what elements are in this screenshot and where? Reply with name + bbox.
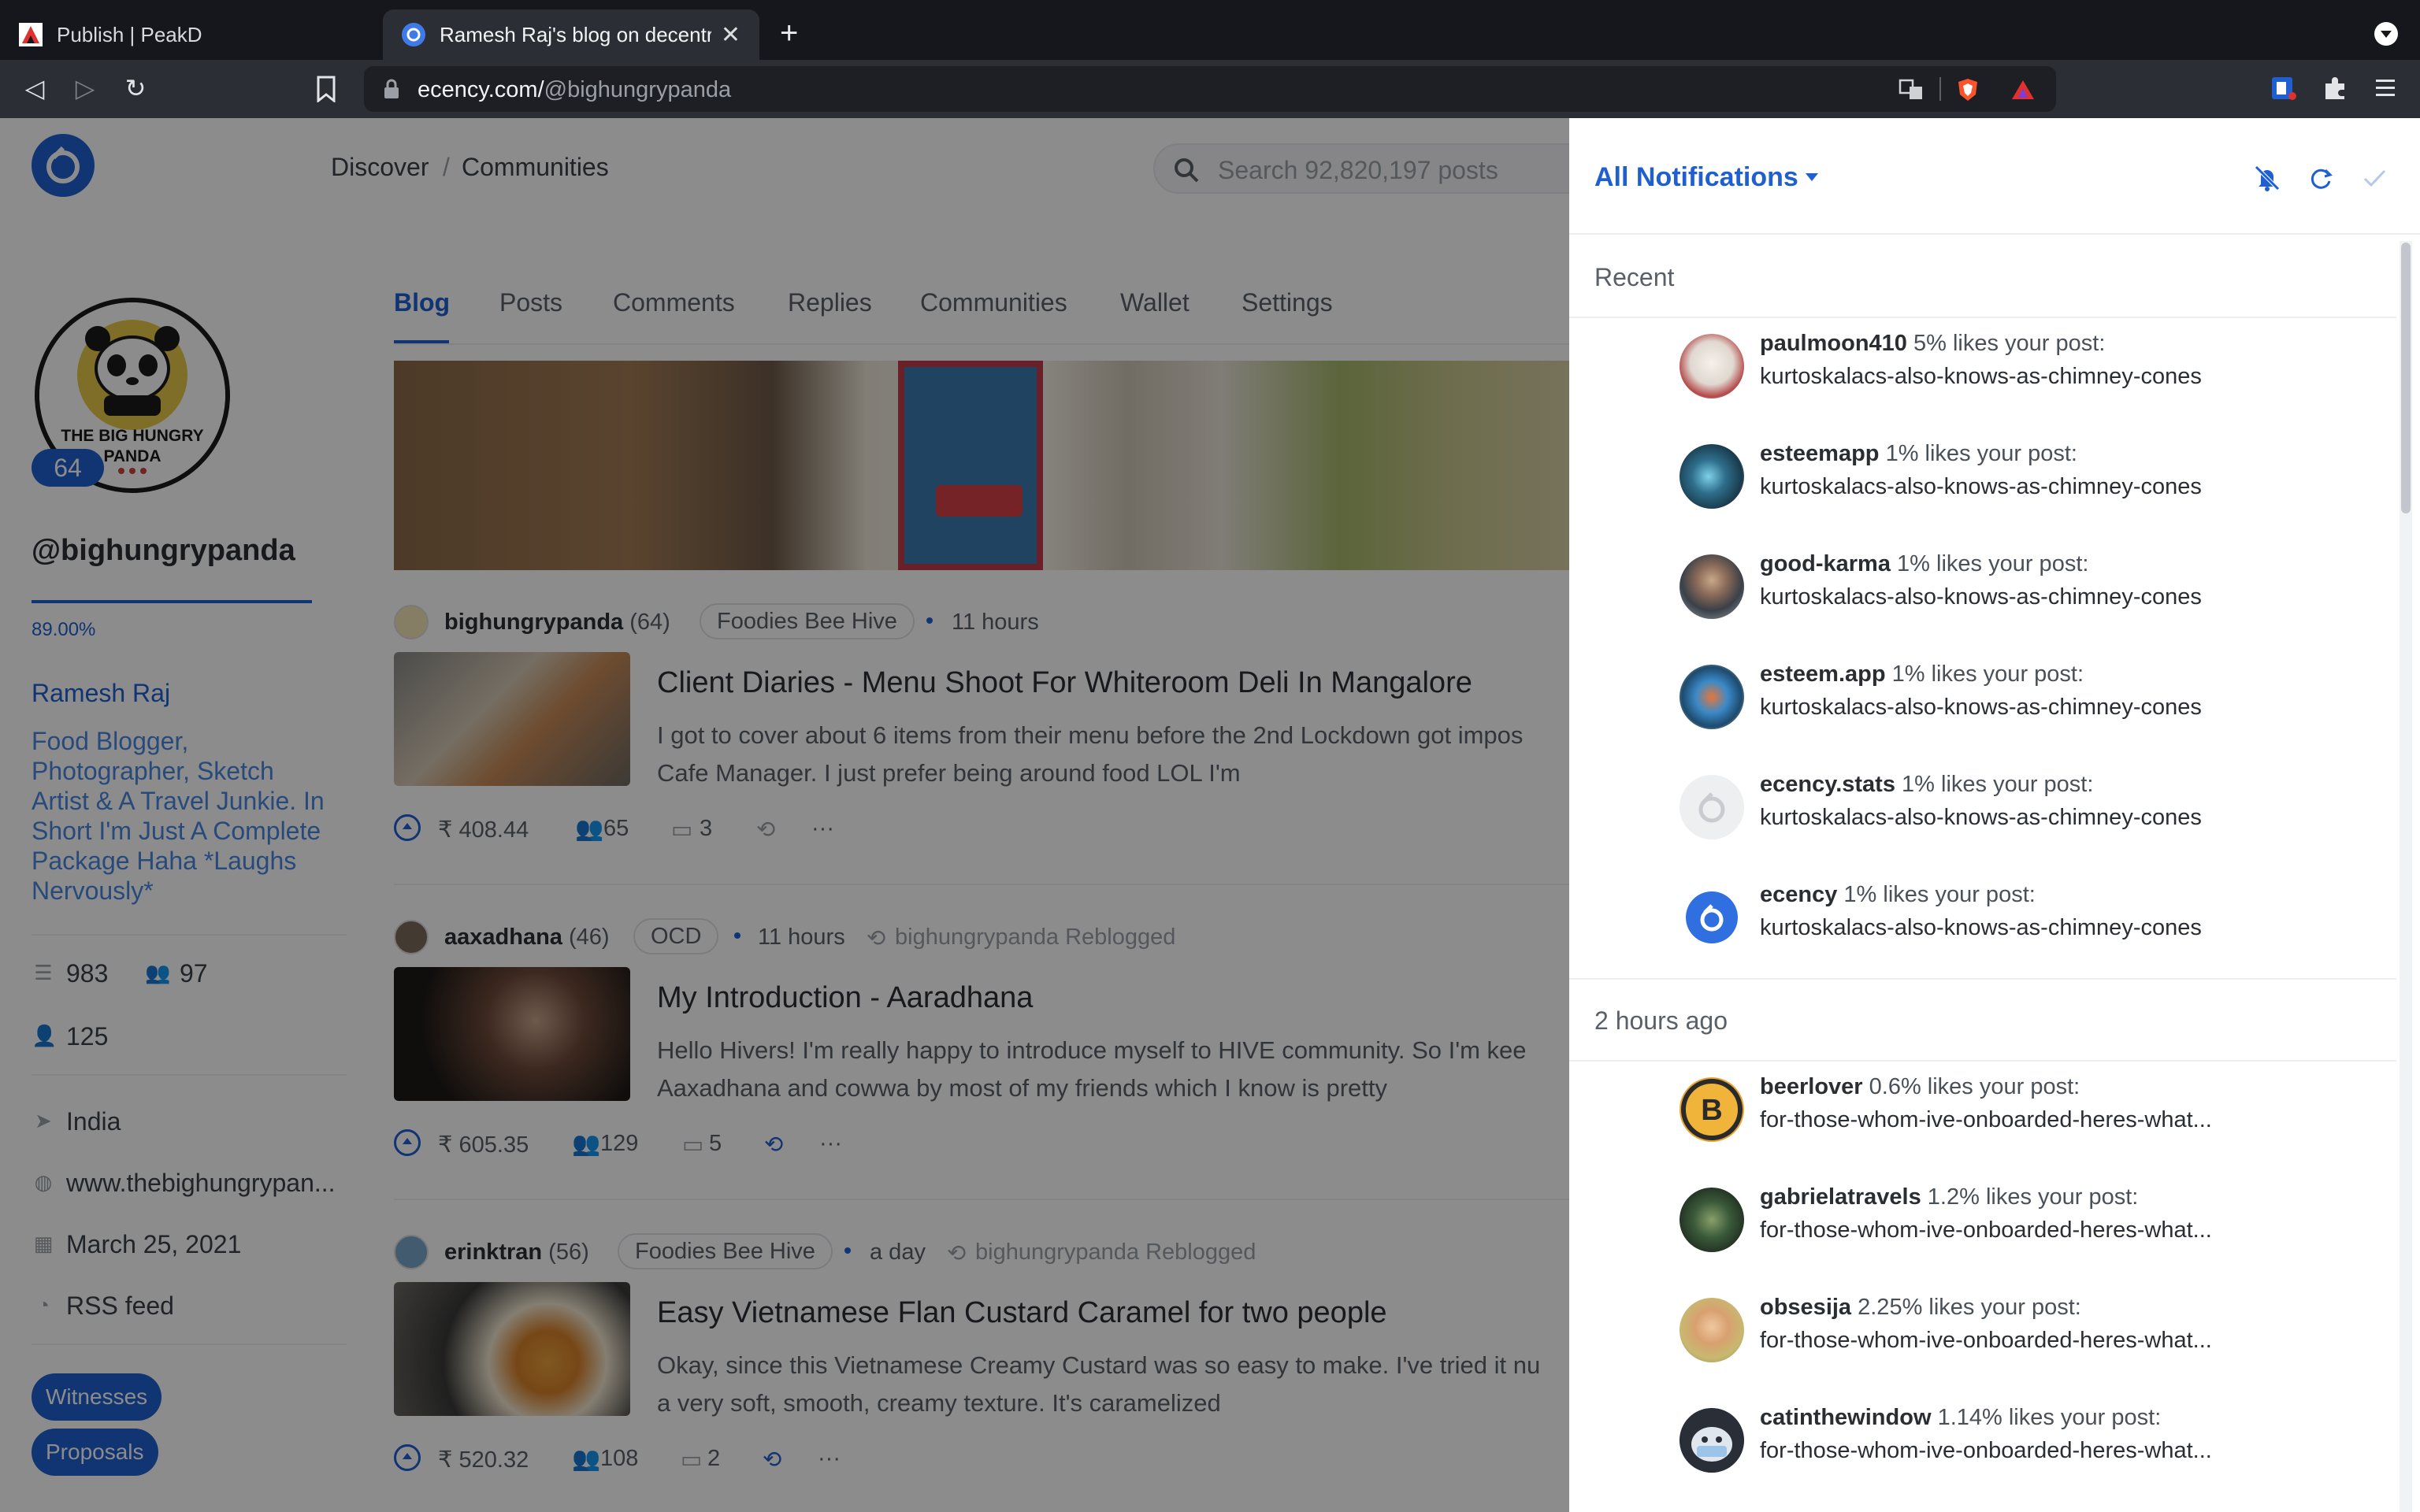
tab-search-button[interactable] — [2374, 22, 2398, 46]
tab-title: Ramesh Raj's blog on decentral — [440, 22, 711, 46]
user-avatar[interactable] — [1680, 1188, 1744, 1252]
notification-text: paulmoon410 5% likes your post: — [1760, 331, 2106, 356]
reload-icon[interactable]: ↻ — [120, 72, 151, 104]
scrollbar-thumb[interactable] — [2401, 243, 2411, 513]
notification-post-link[interactable]: for-those-whom-ive-onboarded-heres-what.… — [1760, 1328, 2212, 1354]
notification-user[interactable]: catinthewindow — [1760, 1405, 1932, 1430]
notification-item[interactable]: B beerlover 0.6% likes your post: for-th… — [1569, 1063, 2396, 1173]
notification-text: good-karma 1% likes your post: — [1760, 551, 2089, 576]
notification-item[interactable]: ecency 1% likes your post: kurtoskalacs-… — [1569, 871, 2396, 981]
notification-user[interactable]: paulmoon410 — [1760, 331, 1907, 356]
beerlover-avatar-icon: B — [1681, 1079, 1743, 1140]
user-avatar[interactable] — [1680, 665, 1744, 729]
notification-text: catinthewindow 1.14% likes your post: — [1760, 1405, 2162, 1430]
close-tab-icon[interactable]: ✕ — [721, 21, 740, 49]
notification-user[interactable]: ecency — [1760, 882, 1837, 907]
notification-user[interactable]: gabrielatravels — [1760, 1184, 1921, 1210]
tab-title: Publish | PeakD — [57, 22, 202, 46]
refresh-icon[interactable] — [2305, 162, 2336, 194]
notification-item[interactable]: paulmoon410 5% likes your post: kurtoska… — [1569, 320, 2396, 430]
user-avatar[interactable] — [1680, 444, 1744, 509]
ecency-favicon-icon — [402, 23, 425, 46]
notification-text: esteemapp 1% likes your post: — [1760, 441, 2077, 466]
brave-shield-icon[interactable] — [1955, 77, 1980, 102]
notification-text: ecency.stats 1% likes your post: — [1760, 772, 2094, 797]
menu-icon[interactable] — [2371, 74, 2400, 102]
user-avatar[interactable] — [1680, 1298, 1744, 1362]
back-icon[interactable]: ◁ — [19, 72, 50, 104]
notification-user[interactable]: ecency.stats — [1760, 772, 1895, 797]
ecency-stats-icon — [1698, 792, 1725, 823]
new-tab-button[interactable]: + — [780, 17, 798, 49]
notification-post-link[interactable]: for-those-whom-ive-onboarded-heres-what.… — [1760, 1107, 2212, 1133]
forward-icon[interactable]: ▷ — [69, 72, 101, 104]
user-avatar[interactable] — [1680, 554, 1744, 619]
chevron-down-icon[interactable] — [1806, 173, 1818, 181]
notification-post-link[interactable]: for-those-whom-ive-onboarded-heres-what.… — [1760, 1438, 2212, 1464]
puzzle-extensions-icon[interactable] — [2321, 74, 2349, 102]
notification-text: beerlover 0.6% likes your post: — [1760, 1074, 2080, 1099]
brave-rewards-icon[interactable] — [2010, 77, 2036, 102]
user-avatar[interactable]: B — [1680, 1077, 1744, 1142]
notification-user[interactable]: obsesija — [1760, 1295, 1851, 1320]
extension-icon[interactable] — [2269, 74, 2297, 102]
notification-post-link[interactable]: kurtoskalacs-also-knows-as-chimney-cones — [1760, 915, 2202, 941]
notification-section-header: Recent — [1569, 236, 2396, 318]
notification-text: gabrielatravels 1.2% likes your post: — [1760, 1184, 2139, 1210]
notification-post-link[interactable]: kurtoskalacs-also-knows-as-chimney-cones — [1760, 474, 2202, 500]
notification-item[interactable]: gabrielatravels 1.2% likes your post: fo… — [1569, 1173, 2396, 1284]
lock-icon — [384, 79, 399, 98]
notification-section-header: 2 hours ago — [1569, 980, 2396, 1062]
notification-user[interactable]: esteemapp — [1760, 441, 1880, 466]
notification-post-link[interactable]: kurtoskalacs-also-knows-as-chimney-cones — [1760, 584, 2202, 610]
bookmark-icon[interactable] — [314, 76, 339, 102]
notification-item[interactable]: ecency.stats 1% likes your post: kurtosk… — [1569, 761, 2396, 871]
notification-item[interactable]: esteem.app 1% likes your post: kurtoskal… — [1569, 650, 2396, 761]
svg-text:B: B — [1701, 1094, 1722, 1127]
notification-item[interactable]: good-karma 1% likes your post: kurtoskal… — [1569, 540, 2396, 650]
notification-filter-dropdown[interactable]: All Notifications — [1594, 162, 1798, 193]
notification-item[interactable]: obsesija 2.25% likes your post: for-thos… — [1569, 1284, 2396, 1394]
peakd-favicon-icon — [19, 23, 43, 46]
user-avatar[interactable] — [1680, 334, 1744, 398]
notification-post-link[interactable]: kurtoskalacs-also-knows-as-chimney-cones — [1760, 364, 2202, 390]
notification-user[interactable]: beerlover — [1760, 1074, 1863, 1099]
browser-tab-ecency[interactable]: Ramesh Raj's blog on decentral ✕ — [383, 9, 759, 60]
notifications-panel: All Notifications Recent paulmoon410 5% … — [1569, 118, 2420, 1512]
notification-text: esteem.app 1% likes your post: — [1760, 662, 2084, 687]
translate-icon[interactable] — [1899, 77, 1924, 102]
notification-text: obsesija 2.25% likes your post: — [1760, 1295, 2081, 1320]
cat-avatar-icon — [1680, 1408, 1744, 1473]
url-text: ecency.com/@bighungrypanda — [418, 77, 732, 102]
notification-post-link[interactable]: for-those-whom-ive-onboarded-heres-what.… — [1760, 1217, 2212, 1243]
user-avatar[interactable] — [1680, 1408, 1744, 1473]
notification-post-link[interactable]: kurtoskalacs-also-knows-as-chimney-cones — [1760, 805, 2202, 831]
browser-tab-peakd[interactable]: Publish | PeakD — [0, 9, 377, 60]
mark-all-read-icon[interactable] — [2359, 162, 2390, 194]
address-bar[interactable]: ecency.com/@bighungrypanda — [364, 66, 2056, 112]
ecency-logo-icon — [1686, 891, 1738, 943]
notification-user[interactable]: esteem.app — [1760, 662, 1886, 687]
browser-toolbar: ◁ ▷ ↻ ecency.com/@bighungrypanda — [0, 60, 2420, 118]
notification-post-link[interactable]: kurtoskalacs-also-knows-as-chimney-cones — [1760, 695, 2202, 721]
notification-item[interactable]: catinthewindow 1.14% likes your post: fo… — [1569, 1394, 2396, 1504]
user-avatar[interactable] — [1680, 885, 1744, 950]
notification-text: ecency 1% likes your post: — [1760, 882, 2036, 907]
urlbar-divider — [1939, 77, 1941, 101]
notification-item[interactable]: esteemapp 1% likes your post: kurtoskala… — [1569, 430, 2396, 540]
notification-user[interactable]: good-karma — [1760, 551, 1891, 576]
mute-bell-icon[interactable] — [2251, 162, 2283, 194]
notifications-header: All Notifications — [1569, 118, 2420, 235]
browser-tab-bar: Publish | PeakD Ramesh Raj's blog on dec… — [0, 0, 2420, 60]
user-avatar[interactable] — [1680, 775, 1744, 839]
